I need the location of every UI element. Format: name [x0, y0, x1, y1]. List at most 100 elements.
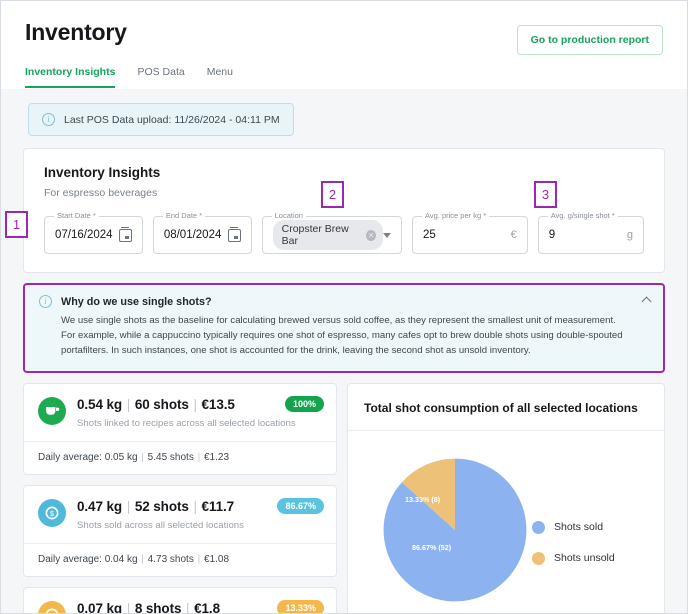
tab-bar: Inventory Insights POS Data Menu: [25, 66, 663, 88]
metric-card-brewed: 0.54 kg | 60 shots | €13.5 Shots linked …: [23, 382, 337, 475]
why-panel-header: i Why do we use single shots?: [39, 295, 649, 308]
start-date-field[interactable]: Start Date * 07/16/2024: [44, 211, 143, 254]
metric-card-headline: 0.07 kg | 8 shots | €1.8: [77, 600, 255, 614]
legend-color-swatch: [532, 520, 545, 534]
location-select[interactable]: Location Cropster Brew Bar ✕: [261, 211, 402, 254]
metric-shots: 60 shots: [134, 396, 189, 412]
daily-average-price: €1.23: [203, 451, 230, 463]
legend-color-swatch: [532, 551, 545, 565]
chevron-down-icon[interactable]: [383, 232, 391, 238]
shot-consumption-chart-card: Total shot consumption of all selected l…: [347, 382, 665, 614]
separator: |: [138, 451, 147, 463]
pie-chart-svg[interactable]: [370, 445, 540, 614]
status-badge: 13.33%: [277, 599, 324, 613]
location-chip-label: Cropster Brew Bar: [281, 223, 349, 247]
metric-weight: 0.07 kg: [77, 600, 123, 614]
pie-slice-label-sold: 86.67% (52): [412, 542, 452, 552]
pie-chart: 13.33% (8) 86.67% (52) Shots sold Shots …: [348, 431, 664, 614]
legend-label: Shots sold: [554, 521, 604, 534]
metric-card-unsold: ? 0.07 kg | 8 shots | €1.8 Shots unsold …: [23, 586, 337, 614]
insights-results: 0.54 kg | 60 shots | €13.5 Shots linked …: [15, 382, 673, 614]
metric-cards-column: 0.54 kg | 60 shots | €13.5 Shots linked …: [23, 382, 337, 614]
separator: |: [189, 396, 201, 412]
annotation-badge-2: 2: [321, 181, 344, 208]
euro-unit: €: [510, 229, 517, 241]
daily-average-label: Daily average:: [38, 451, 102, 463]
metric-card-subtitle: Shots linked to recipes across all selec…: [77, 417, 296, 429]
legend-item-shots-sold[interactable]: Shots sold: [532, 520, 615, 534]
legend-label: Shots unsold: [554, 552, 615, 565]
last-pos-upload-banner: i Last POS Data upload: 11/26/2024 - 04:…: [28, 103, 294, 136]
metric-card-footer: Daily average: 0.04 kg | 4.73 shots | €1…: [24, 542, 336, 576]
metric-card-text: 0.54 kg | 60 shots | €13.5 Shots linked …: [77, 397, 296, 429]
avg-grams-single-shot-label: Avg. g/single shot *: [547, 211, 618, 220]
why-single-shots-panel[interactable]: i Why do we use single shots? We use sin…: [23, 283, 665, 373]
separator: |: [123, 498, 134, 514]
metric-card-top: $ 0.47 kg | 52 shots | €11.7 Shots sold …: [24, 486, 336, 543]
daily-average-price: €1.08: [203, 553, 230, 565]
legend-item-shots-unsold[interactable]: Shots unsold: [532, 551, 615, 565]
filter-fields: Start Date * 07/16/2024 End Date * 08/01…: [44, 211, 644, 254]
avg-price-per-kg-value: 25: [423, 229, 436, 241]
daily-average-weight: 0.05 kg: [104, 451, 138, 463]
status-badge: 100%: [284, 395, 324, 412]
question-mark-icon: ?: [38, 600, 66, 614]
tab-pos-data[interactable]: POS Data: [137, 66, 184, 88]
metric-price: €1.8: [194, 600, 220, 614]
annotation-badge-1: 1: [5, 211, 28, 238]
separator: |: [123, 600, 134, 614]
status-badge: 86.67%: [277, 497, 324, 514]
go-to-production-report-button[interactable]: Go to production report: [516, 25, 663, 55]
info-icon: i: [42, 113, 55, 126]
daily-average-shots: 5.45 shots: [147, 451, 194, 463]
metric-card-top: ? 0.07 kg | 8 shots | €1.8 Shots unsold …: [24, 588, 336, 614]
start-date-label: Start Date *: [54, 211, 99, 220]
metric-card-text: 0.07 kg | 8 shots | €1.8 Shots unsold ac…: [77, 600, 255, 614]
pie-slice-label-unsold: 13.33% (8): [405, 494, 441, 504]
chart-title: Total shot consumption of all selected l…: [348, 384, 664, 431]
separator: |: [138, 553, 147, 565]
page-header: Inventory Go to production report Invent…: [1, 1, 687, 89]
metric-price: €11.7: [201, 498, 235, 514]
daily-average-shots: 4.73 shots: [147, 553, 194, 565]
avg-grams-single-shot-value: 9: [548, 229, 556, 241]
metric-card-footer: Daily average: 0.05 kg | 5.45 shots | €1…: [24, 440, 336, 474]
svg-text:?: ?: [50, 611, 55, 614]
info-icon: i: [39, 295, 52, 308]
avg-price-per-kg-label: Avg. price per kg *: [422, 211, 490, 220]
separator: |: [123, 396, 134, 412]
daily-average-weight: 0.04 kg: [104, 553, 138, 565]
metric-card-top: 0.54 kg | 60 shots | €13.5 Shots linked …: [24, 384, 336, 441]
tab-inventory-insights[interactable]: Inventory Insights: [25, 66, 116, 88]
page-body: i Last POS Data upload: 11/26/2024 - 04:…: [1, 89, 687, 614]
calendar-icon[interactable]: [118, 226, 132, 242]
svg-text:$: $: [50, 509, 55, 518]
separator: |: [194, 553, 203, 565]
metric-weight: 0.54 kg: [77, 396, 123, 412]
tab-menu[interactable]: Menu: [207, 66, 233, 88]
location-label: Location: [271, 211, 306, 220]
metric-card-headline: 0.54 kg | 60 shots | €13.5: [77, 397, 296, 412]
start-date-value: 07/16/2024: [55, 229, 113, 241]
inventory-page: Inventory Go to production report Invent…: [0, 0, 688, 614]
inventory-insights-card: Inventory Insights For espresso beverage…: [23, 148, 665, 273]
calendar-icon[interactable]: [227, 226, 241, 242]
chart-legend: Shots sold Shots unsold: [532, 520, 615, 583]
coffee-cup-icon: [38, 396, 66, 425]
avg-grams-single-shot-field[interactable]: Avg. g/single shot * 9 g: [537, 211, 644, 254]
end-date-field[interactable]: End Date * 08/01/2024: [152, 211, 252, 254]
end-date-value: 08/01/2024: [163, 229, 222, 241]
metric-card-subtitle: Shots sold across all selected locations: [77, 519, 244, 531]
metric-weight: 0.47 kg: [77, 498, 123, 514]
annotation-badge-3: 3: [534, 181, 557, 208]
last-pos-upload-text: Last POS Data upload: 11/26/2024 - 04:11…: [64, 113, 280, 126]
separator: |: [189, 498, 201, 514]
separator: |: [182, 600, 194, 614]
avg-price-per-kg-field[interactable]: Avg. price per kg * 25 €: [412, 211, 528, 254]
insights-title: Inventory Insights: [44, 165, 161, 180]
why-panel-body: We use single shots as the baseline for …: [61, 315, 623, 356]
location-chip[interactable]: Cropster Brew Bar ✕: [272, 220, 383, 250]
close-icon[interactable]: ✕: [365, 229, 376, 241]
metric-card-headline: 0.47 kg | 52 shots | €11.7: [77, 499, 244, 514]
metric-shots: 8 shots: [134, 600, 182, 614]
